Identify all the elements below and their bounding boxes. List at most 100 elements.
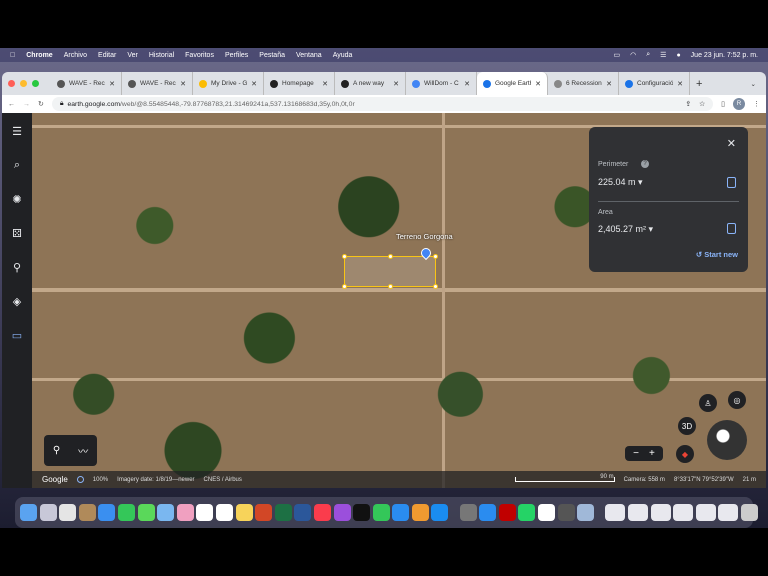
close-tab-icon[interactable]: ✕ — [606, 80, 612, 88]
dock-app-icon[interactable] — [557, 504, 575, 521]
menu-ver[interactable]: Ver — [127, 52, 138, 59]
dock-app-icon[interactable] — [20, 504, 37, 521]
tab-8[interactable]: Configuració ✕ — [619, 72, 690, 95]
close-tab-icon[interactable]: ✕ — [180, 80, 186, 88]
dock-app-icon[interactable] — [372, 504, 390, 521]
address-bar[interactable]: 🔒︎ earth.google.com/web/@8.55485448,-79.… — [51, 97, 714, 111]
scale-bar[interactable]: 90 m — [514, 474, 615, 482]
dock-app-icon[interactable] — [59, 504, 77, 521]
dock-app-icon[interactable] — [518, 504, 536, 521]
copy-area-icon[interactable] — [727, 223, 736, 234]
bookmark-star-icon[interactable]: ☆ — [699, 100, 705, 108]
dock-app-icon[interactable] — [235, 504, 253, 521]
control-center-icon[interactable]: ☰ — [660, 51, 666, 59]
dock-minimized-window[interactable] — [718, 504, 739, 521]
dock-minimized-window[interactable] — [673, 504, 694, 521]
wifi-icon[interactable]: ◠ — [630, 51, 636, 59]
dock-app-icon[interactable] — [78, 504, 96, 521]
share-icon[interactable]: ⇪ — [685, 100, 691, 108]
menu-perfiles[interactable]: Perfiles — [225, 52, 248, 59]
map-style-icon[interactable]: ◈ — [9, 293, 25, 309]
menu-favoritos[interactable]: Favoritos — [185, 52, 214, 59]
dock-app-icon[interactable] — [294, 504, 312, 521]
close-tab-icon[interactable]: ✕ — [109, 80, 115, 88]
dock-minimized-window[interactable] — [650, 504, 671, 521]
tab-1[interactable]: WAVE - Rec ✕ — [122, 72, 193, 95]
chrome-menu-icon[interactable]: ⋮ — [753, 100, 760, 108]
dock-app-icon[interactable] — [333, 504, 351, 521]
placemark-label[interactable]: Terreno Gorgona — [396, 232, 453, 241]
tab-0[interactable]: WAVE - Rec ✕ — [51, 72, 122, 95]
back-icon[interactable]: ← — [8, 101, 15, 108]
voyager-icon[interactable]: ✺ — [9, 191, 25, 207]
tab-4[interactable]: A new way ✕ — [335, 72, 406, 95]
add-placemark-icon[interactable]: ⚲ — [53, 445, 60, 456]
close-tab-icon[interactable]: ✕ — [535, 80, 541, 88]
menu-ventana[interactable]: Ventana — [296, 52, 322, 59]
globe-icon[interactable] — [707, 420, 747, 460]
projects-icon[interactable]: ⚲ — [9, 259, 25, 275]
dock-app-icon[interactable] — [431, 504, 449, 521]
pegman-icon[interactable]: ♙ — [699, 394, 717, 412]
start-new-button[interactable]: ↺ Start new — [696, 250, 738, 259]
close-tab-icon[interactable]: ✕ — [393, 80, 399, 88]
dock-app-icon[interactable] — [459, 504, 477, 521]
tab-5[interactable]: WillDom - C ✕ — [406, 72, 477, 95]
dock-app-icon[interactable] — [196, 504, 214, 521]
dock-app-icon[interactable] — [479, 504, 497, 521]
menu-pestana[interactable]: Pestaña — [259, 52, 285, 59]
siri-icon[interactable]: ● — [676, 52, 680, 59]
dock-app-icon[interactable] — [117, 504, 135, 521]
dock-app-icon[interactable] — [392, 504, 410, 521]
minimize-window-button[interactable] — [20, 80, 27, 87]
measure-icon[interactable]: ▭ — [9, 327, 25, 343]
dock-app-icon[interactable] — [538, 504, 556, 521]
search-icon[interactable]: ⌕ — [9, 157, 25, 173]
dock-app-icon[interactable] — [39, 504, 57, 521]
dock-minimized-window[interactable] — [695, 504, 716, 521]
zoom-in-button[interactable]: + — [649, 448, 655, 459]
close-tab-icon[interactable]: ✕ — [677, 80, 683, 88]
close-tab-icon[interactable]: ✕ — [251, 80, 257, 88]
dock-app-icon[interactable] — [98, 504, 116, 521]
tab-search-icon[interactable]: ⌄ — [751, 80, 756, 88]
my-location-icon[interactable]: ◎ — [728, 391, 746, 409]
new-tab-button[interactable]: + — [696, 78, 702, 90]
close-tab-icon[interactable]: ✕ — [464, 80, 470, 88]
measured-polygon[interactable] — [342, 254, 438, 289]
dock-app-icon[interactable] — [215, 504, 233, 521]
clock[interactable]: Jue 23 jun. 7:52 p. m. — [691, 52, 758, 59]
dock-app-icon[interactable] — [176, 504, 194, 521]
dock-app-icon[interactable] — [353, 504, 371, 521]
menu-icon[interactable]: ☰ — [9, 123, 25, 139]
draw-path-icon[interactable]: 〰 — [78, 443, 88, 458]
3d-toggle-button[interactable]: 3D — [678, 417, 696, 435]
dock-app-icon[interactable] — [255, 504, 273, 521]
battery-icon[interactable]: ▭ — [614, 51, 621, 59]
menu-historial[interactable]: Historial — [149, 52, 174, 59]
compass-icon[interactable]: ◆ — [676, 445, 694, 463]
dock-app-icon[interactable] — [498, 504, 516, 521]
trash-icon[interactable] — [740, 504, 758, 521]
dock-app-icon[interactable] — [157, 504, 175, 521]
menu-editar[interactable]: Editar — [98, 52, 116, 59]
forward-icon[interactable]: → — [23, 101, 30, 108]
zoom-out-button[interactable]: − — [633, 448, 639, 459]
dock-app-icon[interactable] — [313, 504, 331, 521]
tab-2[interactable]: My Drive - G ✕ — [193, 72, 264, 95]
tab-3[interactable]: Homepage ✕ — [264, 72, 335, 95]
dock-app-icon[interactable] — [137, 504, 155, 521]
tab-7[interactable]: 6 Recession ✕ — [548, 72, 619, 95]
dock-minimized-window[interactable] — [628, 504, 648, 521]
apple-icon[interactable]:  — [10, 52, 15, 59]
close-tab-icon[interactable]: ✕ — [322, 80, 328, 88]
copy-perimeter-icon[interactable] — [727, 177, 736, 188]
reload-icon[interactable]: ↻ — [38, 100, 44, 108]
dock-app-icon[interactable] — [577, 504, 595, 521]
dock-app-icon[interactable] — [274, 504, 292, 521]
menu-archivo[interactable]: Archivo — [64, 52, 87, 59]
side-panel-icon[interactable]: ▯ — [721, 100, 725, 108]
tab-6[interactable]: Google Earth ✕ — [477, 72, 548, 95]
feeling-lucky-icon[interactable]: ⚄ — [9, 225, 25, 241]
imagery-date[interactable]: Imagery date: 1/8/19—newer — [117, 477, 194, 483]
